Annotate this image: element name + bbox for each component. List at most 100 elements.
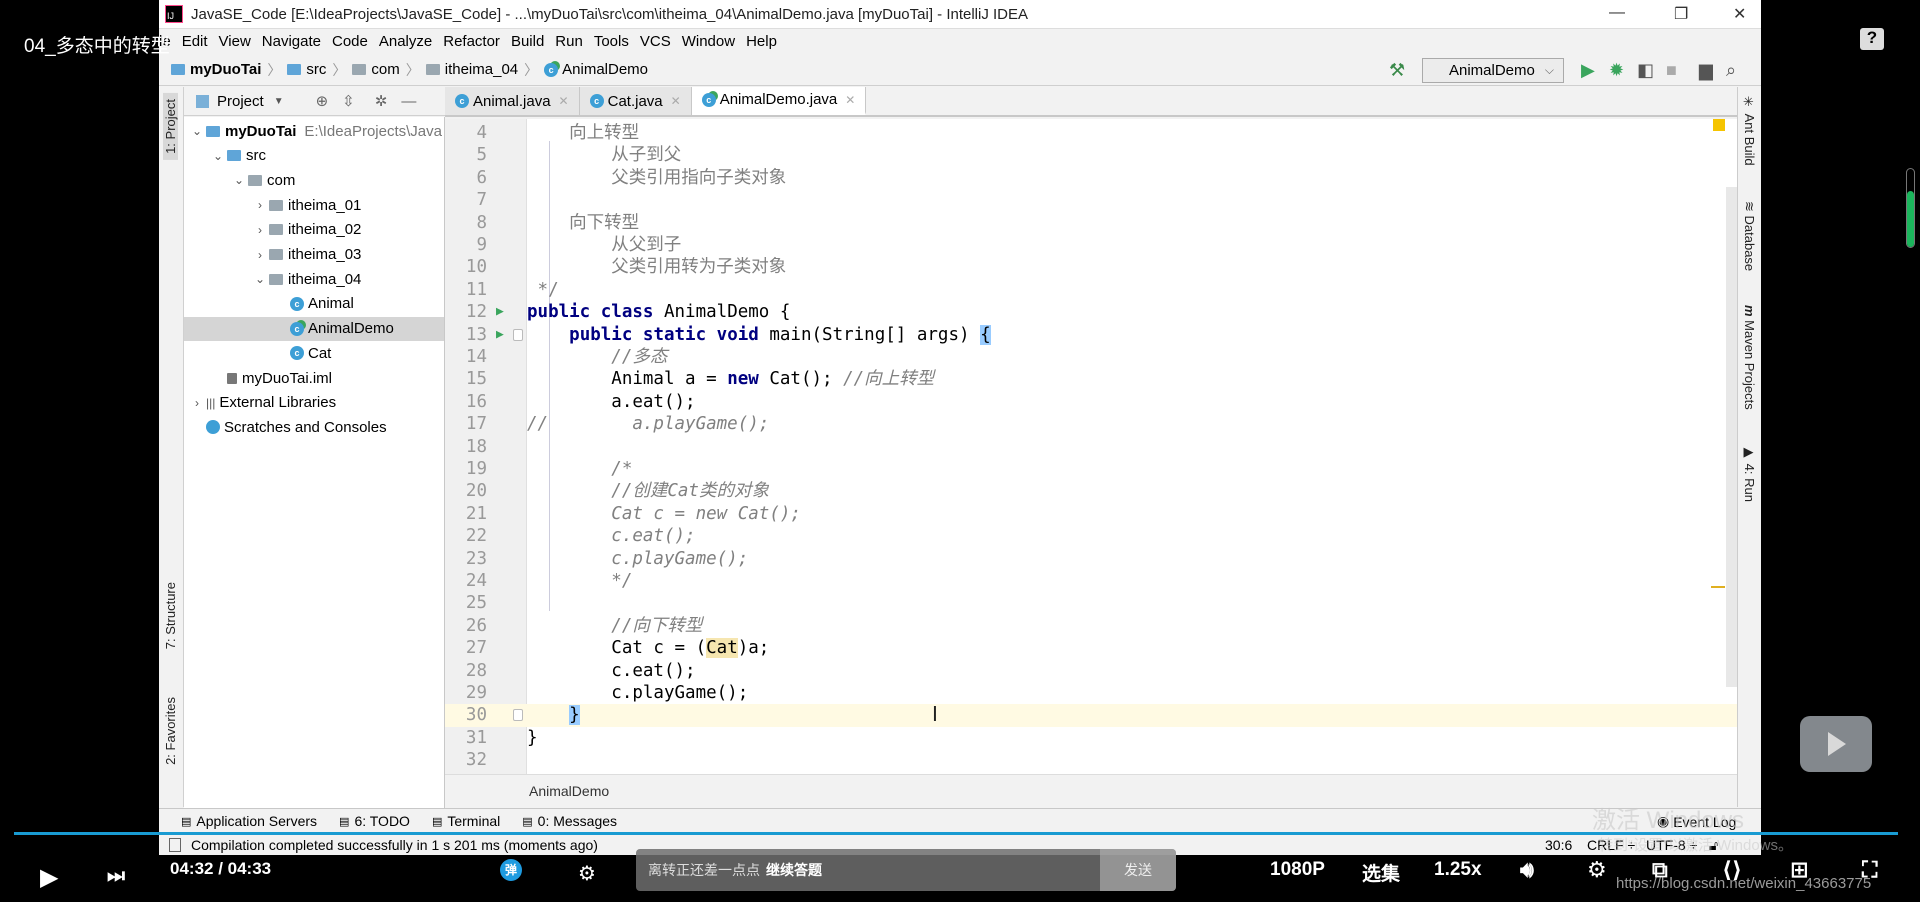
project-view-select[interactable]: Project [217, 93, 264, 110]
fold-marker-icon[interactable] [513, 328, 523, 341]
tool-window--messages[interactable]: ▤ 0: Messages [522, 813, 617, 829]
danmaku-settings-icon[interactable]: ⚙ [578, 861, 596, 886]
quality-select[interactable]: 1080P [1270, 859, 1325, 881]
line-number[interactable]: 20 [445, 480, 487, 502]
menu-analyze[interactable]: Analyze [379, 33, 432, 50]
menu-tools[interactable]: Tools [594, 33, 629, 50]
tree-item[interactable]: ⌄ src [184, 144, 444, 168]
breadcrumb-item[interactable]: itheima_04 〉 [425, 60, 538, 80]
collapse-arrow-icon[interactable]: › [251, 223, 269, 237]
tree-item[interactable]: › itheima_03 [184, 243, 444, 267]
run-gutter-icon[interactable]: ▶ [496, 301, 504, 323]
line-number[interactable]: 32 [445, 749, 487, 771]
tool-window-terminal[interactable]: ▤ Terminal [432, 813, 500, 829]
line-number[interactable]: 13 [445, 324, 487, 346]
video-progress-bar[interactable] [14, 832, 1899, 835]
line-number[interactable]: 30 [445, 704, 487, 726]
expand-arrow-icon[interactable]: ⌄ [209, 149, 227, 163]
menu-edit[interactable]: Edit [182, 33, 208, 50]
run-gutter-icon[interactable]: ▶ [496, 324, 504, 346]
tree-item[interactable]: › itheima_02 [184, 218, 444, 242]
line-number[interactable]: 16 [445, 391, 487, 413]
episodes-button[interactable]: 选集 [1362, 859, 1400, 886]
breadcrumb-item[interactable]: com 〉 [352, 60, 420, 80]
line-number[interactable]: 29 [445, 682, 487, 704]
dropdown-arrow-icon[interactable]: ▼ [274, 96, 284, 107]
tree-item[interactable]: c Animal [184, 292, 444, 316]
collapse-arrow-icon[interactable]: › [251, 248, 269, 262]
expand-arrow-icon[interactable]: ⌄ [188, 124, 206, 138]
menu-help[interactable]: Help [746, 33, 777, 50]
run-tool-button[interactable]: ▶ 4: Run [1742, 445, 1757, 502]
database-tool-button[interactable]: ≋ Database [1742, 201, 1757, 271]
line-number[interactable]: 11 [445, 279, 487, 301]
line-number[interactable]: 6 [445, 167, 487, 189]
fold-marker-icon[interactable] [513, 709, 523, 722]
line-number[interactable]: 23 [445, 548, 487, 570]
line-number[interactable]: 18 [445, 436, 487, 458]
minimize-button[interactable]: — [1609, 4, 1625, 22]
tree-item[interactable]: › itheima_01 [184, 193, 444, 217]
error-stripe-mark[interactable] [1711, 586, 1725, 588]
close-tab-icon[interactable]: ✕ [671, 94, 681, 108]
status-message[interactable]: Compilation completed successfully in 1 … [191, 837, 598, 853]
tree-item[interactable]: c AnimalDemo [184, 316, 444, 341]
breadcrumb-item[interactable]: myDuoTai 〉 [171, 60, 281, 80]
collapse-arrow-icon[interactable]: › [188, 396, 206, 410]
tree-item[interactable]: c Cat [184, 341, 444, 365]
line-number[interactable]: 12 [445, 301, 487, 323]
debug-icon[interactable]: ✹ [1609, 60, 1624, 81]
tree-item[interactable]: ⌄ com [184, 168, 444, 192]
line-number[interactable]: 4 [445, 122, 487, 144]
ant-build-tool-button[interactable]: ✳ Ant Build [1742, 95, 1757, 166]
locate-icon[interactable]: ⊕ [316, 92, 329, 110]
line-number[interactable]: 8 [445, 212, 487, 234]
editor-breadcrumb-item[interactable]: AnimalDemo [529, 783, 609, 799]
tree-item[interactable]: Scratches and Consoles [184, 415, 444, 439]
line-number[interactable]: 27 [445, 637, 487, 659]
tool-window-application-servers[interactable]: ▤ Application Servers [181, 813, 317, 829]
close-tab-icon[interactable]: ✕ [559, 94, 569, 108]
maximize-button[interactable]: ❐ [1674, 4, 1688, 24]
settings-gear-icon[interactable]: ⚙ [1587, 857, 1607, 883]
tree-item[interactable]: ⌄ itheima_04 [184, 267, 444, 291]
speed-select[interactable]: 1.25x [1434, 859, 1482, 881]
status-toggle-icon[interactable] [169, 838, 181, 852]
tree-item[interactable]: myDuoTai.iml [184, 366, 444, 390]
tab-cat-java[interactable]: c Cat.java ✕ [579, 87, 692, 115]
send-button[interactable]: 发送 [1100, 849, 1176, 891]
line-number[interactable]: 26 [445, 615, 487, 637]
tree-item[interactable]: ⌄ myDuoTai E:\IdeaProjects\Java [184, 119, 444, 143]
hide-panel-icon[interactable]: — [401, 93, 416, 110]
danmaku-input[interactable]: 离转正还差一点点 继续答题 发送 [636, 849, 1176, 891]
breadcrumb-item[interactable]: c AnimalDemo [544, 60, 648, 80]
menu-view[interactable]: View [219, 33, 251, 50]
line-number[interactable]: 19 [445, 458, 487, 480]
code-editor[interactable]: 4 向上转型 5 从子到父 6 父类引用指向子类对象 7 8 向下转型 9 从父到子 10 … [445, 119, 1737, 774]
favorites-tool-button[interactable]: 2: Favorites [163, 697, 178, 765]
line-number[interactable]: 21 [445, 503, 487, 525]
tv-icon[interactable] [1800, 716, 1872, 772]
danmaku-toggle-icon[interactable]: 弹 [500, 859, 522, 881]
play-icon[interactable]: ▶ [40, 863, 58, 892]
continue-quiz-link[interactable]: 继续答题 [766, 860, 822, 880]
vertical-scrollbar[interactable] [1726, 187, 1737, 687]
tab-animal-java[interactable]: c Animal.java ✕ [445, 87, 580, 115]
gear-icon[interactable]: ✲ [375, 92, 388, 110]
run-icon[interactable]: ▶ [1581, 60, 1595, 81]
line-number[interactable]: 7 [445, 189, 487, 211]
maven-tool-button[interactable]: m Maven Projects [1742, 305, 1757, 410]
line-number[interactable]: 15 [445, 368, 487, 390]
run-with-coverage-icon[interactable]: ◧ [1637, 60, 1654, 81]
stop-icon[interactable]: ■ [1666, 60, 1677, 81]
tree-item[interactable]: › ||| External Libraries [184, 391, 444, 415]
collapse-arrow-icon[interactable]: › [251, 198, 269, 212]
menu-navigate[interactable]: Navigate [262, 33, 321, 50]
line-number[interactable]: 28 [445, 660, 487, 682]
line-number[interactable]: 17 [445, 413, 487, 435]
expand-arrow-icon[interactable]: ⌄ [251, 272, 269, 286]
next-icon[interactable]: ⏭ [107, 865, 125, 888]
tab-animaldemo-java[interactable]: c AnimalDemo.java ✕ [691, 87, 867, 115]
build-hammer-icon[interactable]: ⚒ [1389, 60, 1405, 81]
breadcrumb-item[interactable]: src 〉 [287, 60, 346, 80]
